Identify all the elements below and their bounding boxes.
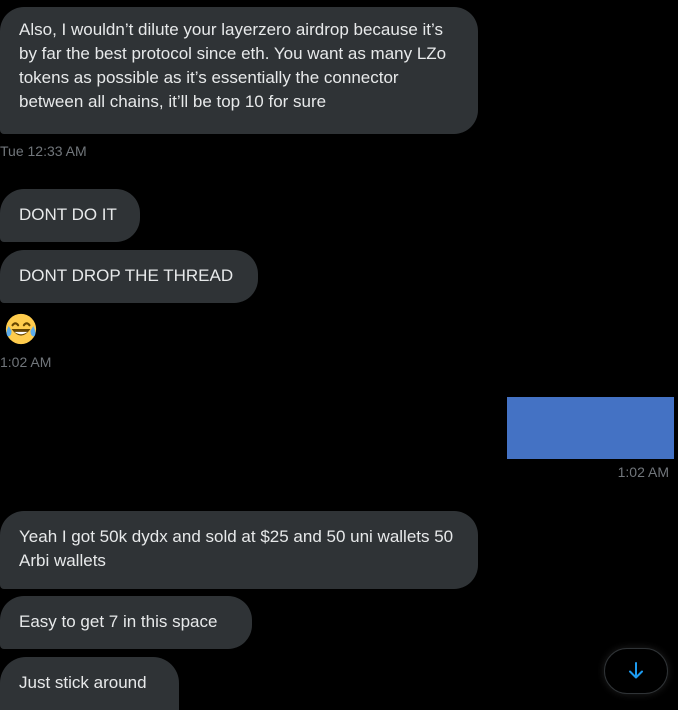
message-bubble[interactable]: DONT DO IT [0, 189, 140, 242]
message-timestamp: Tue 12:33 AM [0, 143, 87, 159]
message-timestamp: 1:02 AM [617, 464, 669, 480]
arrow-down-icon [629, 662, 643, 679]
message-bubble[interactable]: Yeah I got 50k dydx and sold at $25 and … [0, 511, 478, 589]
message-bubble[interactable]: DONT DROP THE THREAD [0, 250, 258, 303]
outgoing-message-redacted[interactable] [507, 397, 674, 459]
message-timestamp: 1:02 AM [0, 354, 52, 370]
tears-of-joy-emoji-icon[interactable] [4, 312, 38, 346]
message-bubble[interactable]: Easy to get 7 in this space [0, 596, 252, 649]
scroll-to-bottom-button[interactable] [604, 648, 668, 694]
message-bubble[interactable]: Just stick around [0, 657, 179, 710]
message-bubble[interactable]: Also, I wouldn’t dilute your layerzero a… [0, 7, 478, 134]
